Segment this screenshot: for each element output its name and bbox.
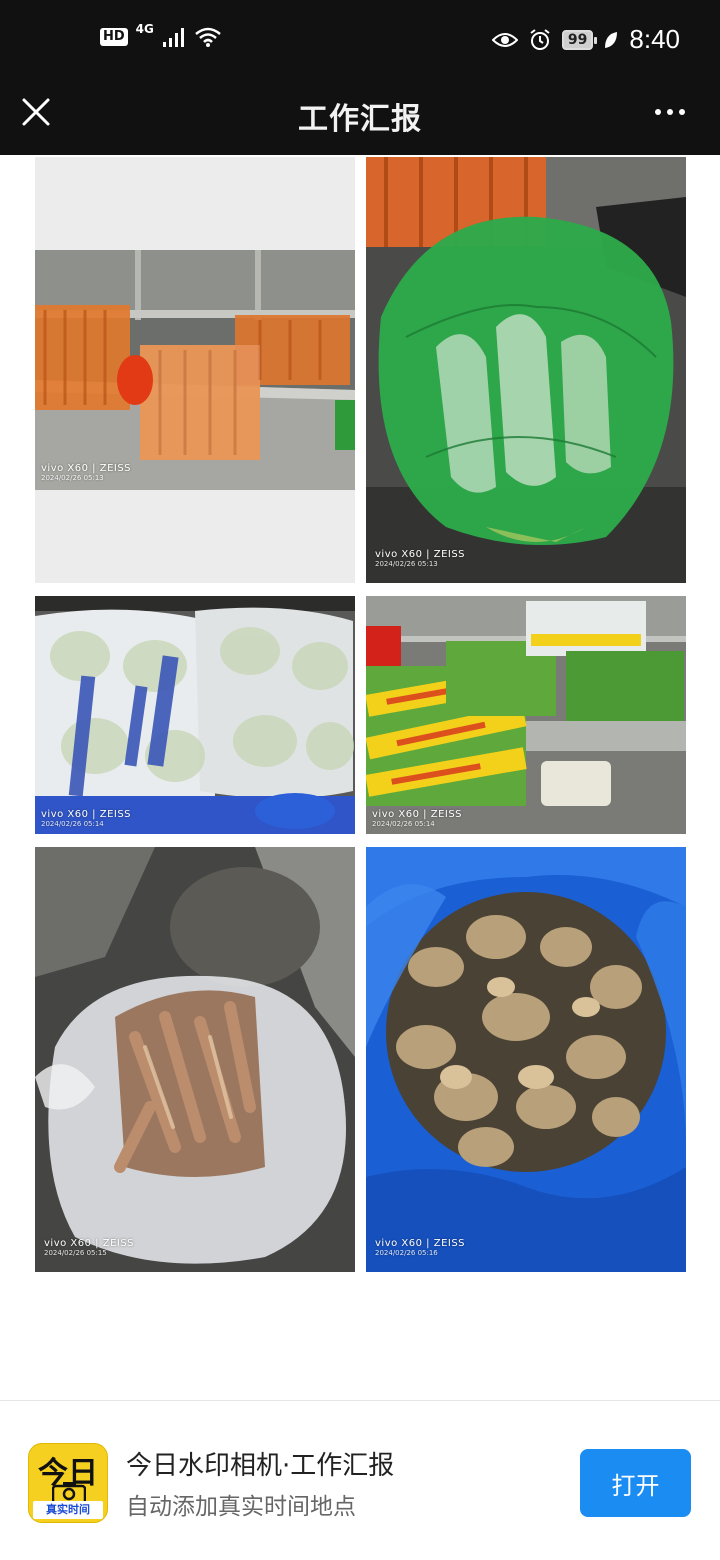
radish-image bbox=[366, 157, 686, 583]
watermark-brand: vivo X60 | ZEISS bbox=[372, 809, 463, 820]
more-button[interactable] bbox=[650, 100, 690, 124]
watermark-brand: vivo X60 | ZEISS bbox=[375, 1238, 466, 1249]
photo-sweet-potatoes[interactable]: vivo X60 | ZEISS 2024/02/26 05:15 bbox=[35, 847, 355, 1272]
watermark-brand: vivo X60 | ZEISS bbox=[41, 809, 132, 820]
carrots-image bbox=[35, 250, 355, 490]
photo-watermark: vivo X60 | ZEISS 2024/02/26 05:14 bbox=[41, 809, 131, 828]
watermark-date: 2024/02/26 05:16 bbox=[375, 1249, 438, 1257]
more-dot-icon bbox=[667, 109, 673, 115]
more-dot-icon bbox=[655, 109, 661, 115]
photo-watermark: vivo X60 | ZEISS 2024/02/26 05:13 bbox=[375, 549, 465, 568]
ginger-image bbox=[366, 847, 686, 1272]
leaf-icon bbox=[605, 31, 618, 48]
photo-watermark: vivo X60 | ZEISS 2024/02/26 05:14 bbox=[372, 809, 462, 828]
photo-carrots[interactable]: vivo X60 | ZEISS 2024/02/26 05:13 bbox=[35, 157, 355, 583]
watermark-brand: vivo X60 | ZEISS bbox=[41, 463, 132, 474]
watermark-brand: vivo X60 | ZEISS bbox=[375, 549, 466, 560]
status-right: 99 8:40 bbox=[491, 24, 680, 55]
cabbage-image bbox=[35, 596, 355, 834]
status-left: HD 4G bbox=[100, 22, 222, 48]
photo-watermark: vivo X60 | ZEISS 2024/02/26 05:13 bbox=[41, 463, 131, 482]
page-title: 工作汇报 bbox=[298, 102, 422, 137]
clock: 8:40 bbox=[629, 24, 680, 54]
sweet-potatoes-image bbox=[35, 847, 355, 1272]
title-bar: 工作汇报 bbox=[0, 80, 720, 155]
watermark-date: 2024/02/26 05:13 bbox=[375, 560, 438, 568]
eye-icon bbox=[491, 32, 518, 47]
watermark-date: 2024/02/26 05:13 bbox=[41, 474, 104, 482]
app-promo-bar: 今日 真实时间 今日水印相机·工作汇报 自动添加真实时间地点 打开 bbox=[0, 1400, 720, 1560]
battery-indicator: 99 bbox=[561, 29, 598, 50]
app-subtitle: 自动添加真实时间地点 bbox=[126, 1494, 356, 1520]
network-label: 4G bbox=[135, 22, 154, 36]
open-app-button[interactable]: 打开 bbox=[580, 1449, 691, 1517]
greens-image bbox=[366, 596, 686, 834]
photo-watermark: vivo X60 | ZEISS 2024/02/26 05:15 bbox=[44, 1238, 134, 1257]
more-dot-icon bbox=[679, 109, 685, 115]
app-logo[interactable]: 今日 真实时间 bbox=[28, 1443, 108, 1523]
photo-ginger[interactable]: vivo X60 | ZEISS 2024/02/26 05:16 bbox=[366, 847, 686, 1272]
watermark-date: 2024/02/26 05:14 bbox=[372, 820, 435, 828]
photo-watermark: vivo X60 | ZEISS 2024/02/26 05:16 bbox=[375, 1238, 465, 1257]
status-bar: HD 4G 99 8:40 bbox=[0, 0, 720, 80]
alarm-icon bbox=[530, 28, 550, 50]
watermark-date: 2024/02/26 05:14 bbox=[41, 820, 104, 828]
app-title: 今日水印相机·工作汇报 bbox=[126, 1451, 395, 1481]
photo-radish[interactable]: vivo X60 | ZEISS 2024/02/26 05:13 bbox=[366, 157, 686, 583]
wifi-icon bbox=[195, 27, 221, 47]
watermark-date: 2024/02/26 05:15 bbox=[44, 1249, 107, 1257]
logo-sub-text: 真实时间 bbox=[33, 1501, 103, 1519]
hd-badge: HD bbox=[100, 28, 128, 46]
signal-icon bbox=[162, 28, 184, 47]
photo-cabbage[interactable]: vivo X60 | ZEISS 2024/02/26 05:14 bbox=[35, 596, 355, 834]
watermark-brand: vivo X60 | ZEISS bbox=[44, 1238, 135, 1249]
photo-greens[interactable]: vivo X60 | ZEISS 2024/02/26 05:14 bbox=[366, 596, 686, 834]
